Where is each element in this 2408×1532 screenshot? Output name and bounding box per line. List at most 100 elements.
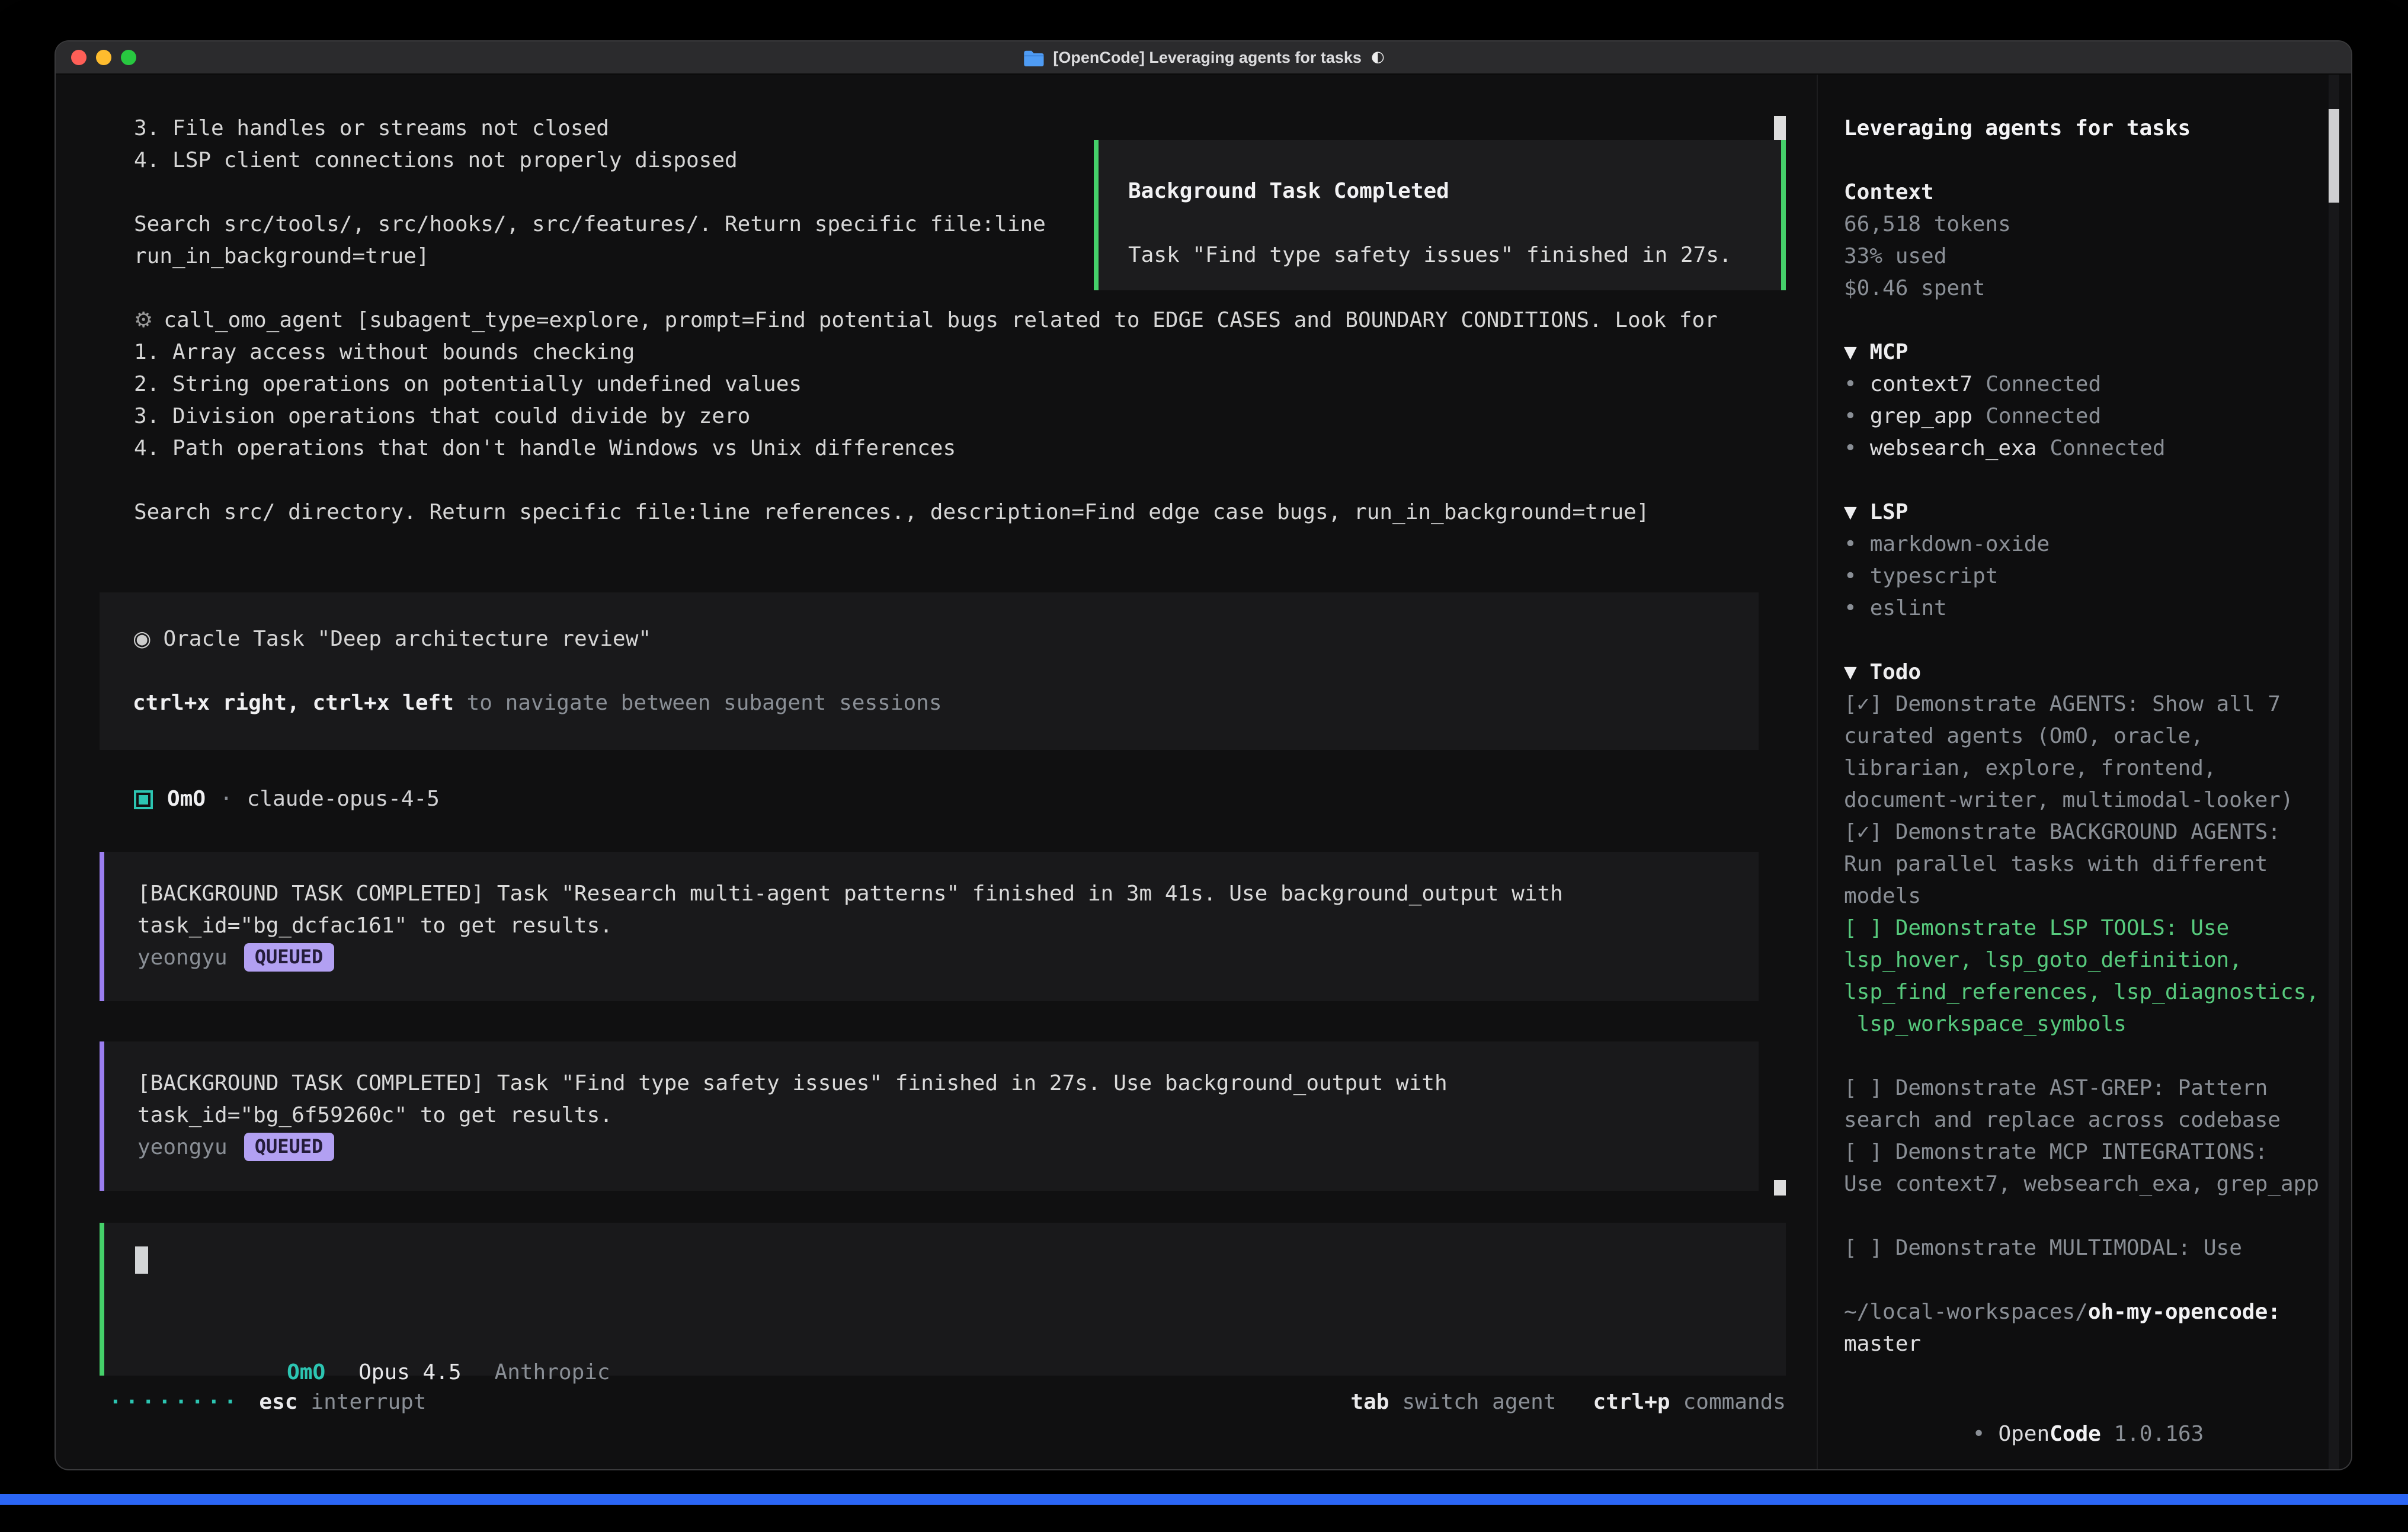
shortcut-key: ctrl+x right: [133, 691, 287, 716]
shortcut-key: ctrl+x left: [312, 691, 453, 716]
toast-body: Task "Find type safety issues" finished …: [1128, 239, 1781, 271]
lsp-item: •typescript: [1844, 560, 2337, 592]
message-meta-line: yeongyu QUEUED: [137, 942, 1759, 974]
esc-key-label: interrupt: [310, 1386, 426, 1418]
terminal-line: Search src/ directory. Return specific f…: [100, 496, 1786, 528]
terminal-line: 3. Division operations that could divide…: [100, 400, 1786, 432]
bullet-icon: •: [1844, 404, 1857, 429]
workspace-section: ~/local-workspaces/oh-my-opencode: maste…: [1844, 1296, 2337, 1360]
message-author: yeongyu: [137, 1135, 228, 1160]
lsp-item: •eslint: [1844, 592, 2337, 624]
agent-name: OmO: [167, 783, 206, 815]
agent-header: OmO · claude-opus-4-5: [100, 783, 1786, 815]
tool-call-text: call_omo_agent [subagent_type=explore, p…: [164, 308, 1718, 333]
model-row: OmOOpus 4.5Anthropic: [133, 1325, 1786, 1357]
todo-item: [✓] Demonstrate BACKGROUND AGENTS: Run p…: [1844, 816, 2337, 912]
todo-item: [✓] Demonstrate AGENTS: Show all 7 curat…: [1844, 688, 2337, 816]
oracle-task-panel: ◉Oracle Task "Deep architecture review" …: [100, 592, 1759, 750]
context-used: 33% used: [1844, 241, 2337, 273]
sidebar: Leveraging agents for tasks Context 66,5…: [1817, 75, 2351, 1469]
todo-item: [ ] Demonstrate MCP INTEGRATIONS: Use co…: [1844, 1136, 2337, 1200]
oracle-title: Oracle Task "Deep architecture review": [163, 627, 651, 652]
titlebar[interactable]: [OpenCode] Leveraging agents for tasks ◐: [56, 41, 2351, 75]
mcp-item: •websearch_exaConnected: [1844, 432, 2337, 464]
terminal-line: 1. Array access without bounds checking: [100, 336, 1786, 368]
todo-section: ▼ Todo [✓] Demonstrate AGENTS: Show all …: [1844, 656, 2337, 1264]
message-line: task_id="bg_6f59260c" to get results.: [137, 1100, 1759, 1132]
spinner-dots: ········: [109, 1386, 240, 1418]
context-heading: Context: [1844, 177, 2337, 209]
window-title: [OpenCode] Leveraging agents for tasks ◐: [1022, 41, 1384, 74]
bullet-icon: •: [1972, 1422, 1986, 1447]
agent-square-icon: [134, 790, 153, 809]
traffic-lights: [71, 41, 136, 73]
workspace-branch: master: [1844, 1328, 2337, 1360]
minimize-button[interactable]: [96, 50, 111, 65]
message-line: task_id="bg_dcfac161" to get results.: [137, 910, 1759, 942]
blank-line: [133, 655, 1759, 687]
terminal-line: 2. String operations on potentially unde…: [100, 368, 1786, 400]
input-agent-label: OmO: [287, 1360, 325, 1385]
context-tokens: 66,518 tokens: [1844, 209, 2337, 241]
close-button[interactable]: [71, 50, 87, 65]
bullet-icon: •: [1844, 436, 1857, 461]
terminal-pane: 3. File handles or streams not closed 4.…: [56, 75, 1817, 1469]
workspace-path: ~/local-workspaces/oh-my-opencode:: [1844, 1296, 2337, 1328]
status-badge: QUEUED: [244, 1133, 334, 1161]
mcp-section: ▼ MCP •context7Connected •grep_appConnec…: [1844, 336, 2337, 464]
message-line: [BACKGROUND TASK COMPLETED] Task "Resear…: [137, 878, 1759, 910]
toast-title: Background Task Completed: [1128, 175, 1781, 207]
esc-key-hint: esc: [259, 1386, 297, 1418]
sidebar-scrollbar-track: [2329, 75, 2339, 1469]
oracle-hint-line: ctrl+x right, ctrl+x left to navigate be…: [133, 687, 1759, 719]
todo-item: [ ] Demonstrate LSP TOOLS: Use lsp_hover…: [1844, 912, 2337, 1040]
agent-separator: ·: [220, 783, 233, 815]
background-task-toast[interactable]: Background Task Completed Task "Find typ…: [1094, 140, 1786, 290]
todo-heading[interactable]: ▼ Todo: [1844, 656, 2337, 688]
statusbar: ········ esc interrupt tabswitch agent c…: [100, 1386, 1786, 1418]
prompt-input[interactable]: OmOOpus 4.5Anthropic: [100, 1223, 1786, 1376]
oracle-title-line: ◉ Oracle Task "Deep architecture review": [133, 623, 1759, 655]
agent-model: claude-opus-4-5: [247, 783, 440, 815]
status-badge: QUEUED: [244, 943, 334, 972]
window-title-text: [OpenCode] Leveraging agents for tasks: [1053, 41, 1362, 74]
bullet-icon: •: [1844, 596, 1857, 621]
bullet-icon: •: [1844, 372, 1857, 397]
terminal-line: [100, 464, 1786, 496]
mcp-heading[interactable]: ▼ MCP: [1844, 336, 2337, 368]
session-title: Leveraging agents for tasks: [1844, 113, 2337, 145]
version-number: [2101, 1422, 2114, 1447]
tool-call-line: ⚙ call_omo_agent [subagent_type=explore, …: [100, 305, 1786, 336]
version-line: •OpenCode 1.0.163: [1844, 1386, 2204, 1418]
sidebar-scrollbar-thumb[interactable]: [2329, 109, 2339, 203]
message-line: [BACKGROUND TASK COMPLETED] Task "Find t…: [137, 1068, 1759, 1100]
main-scrollbar-thumb-bottom[interactable]: [1774, 1180, 1786, 1196]
bullet-icon: •: [1844, 532, 1857, 557]
hint-text: to navigate between subagent sessions: [454, 691, 942, 716]
record-icon: ◉: [133, 627, 151, 652]
shortcut-separator: ,: [287, 691, 312, 716]
background-task-message: [BACKGROUND TASK COMPLETED] Task "Resear…: [100, 852, 1759, 1001]
mcp-item: •grep_appConnected: [1844, 400, 2337, 432]
message-author: yeongyu: [137, 946, 228, 970]
context-section: Context 66,518 tokens 33% used $0.46 spe…: [1844, 177, 2337, 305]
background-window-edge: [0, 1494, 2408, 1505]
text-cursor: [135, 1246, 148, 1274]
window-body: 3. File handles or streams not closed 4.…: [56, 75, 2351, 1469]
tab-hint: tabswitch agent: [1350, 1386, 1556, 1418]
statusbar-right: tabswitch agent ctrl+pcommands: [1350, 1386, 1786, 1418]
lsp-item: •markdown-oxide: [1844, 528, 2337, 560]
gear-icon: ⚙: [134, 308, 153, 333]
input-provider-label: Anthropic: [495, 1360, 610, 1385]
todo-item: [ ] Demonstrate AST-GREP: Pattern search…: [1844, 1072, 2337, 1136]
background-task-message: [BACKGROUND TASK COMPLETED] Task "Find t…: [100, 1041, 1759, 1191]
todo-item: [ ] Demonstrate MULTIMODAL: Use: [1844, 1232, 2337, 1264]
lsp-section: ▼ LSP •markdown-oxide •typescript •eslin…: [1844, 496, 2337, 624]
zoom-button[interactable]: [121, 50, 136, 65]
lsp-heading[interactable]: ▼ LSP: [1844, 496, 2337, 528]
mcp-item: •context7Connected: [1844, 368, 2337, 400]
terminal-line: 4. Path operations that don't handle Win…: [100, 432, 1786, 464]
input-model-label: Opus 4.5: [358, 1360, 461, 1385]
message-meta-line: yeongyu QUEUED: [137, 1132, 1759, 1164]
opencode-window: [OpenCode] Leveraging agents for tasks ◐…: [56, 41, 2351, 1469]
